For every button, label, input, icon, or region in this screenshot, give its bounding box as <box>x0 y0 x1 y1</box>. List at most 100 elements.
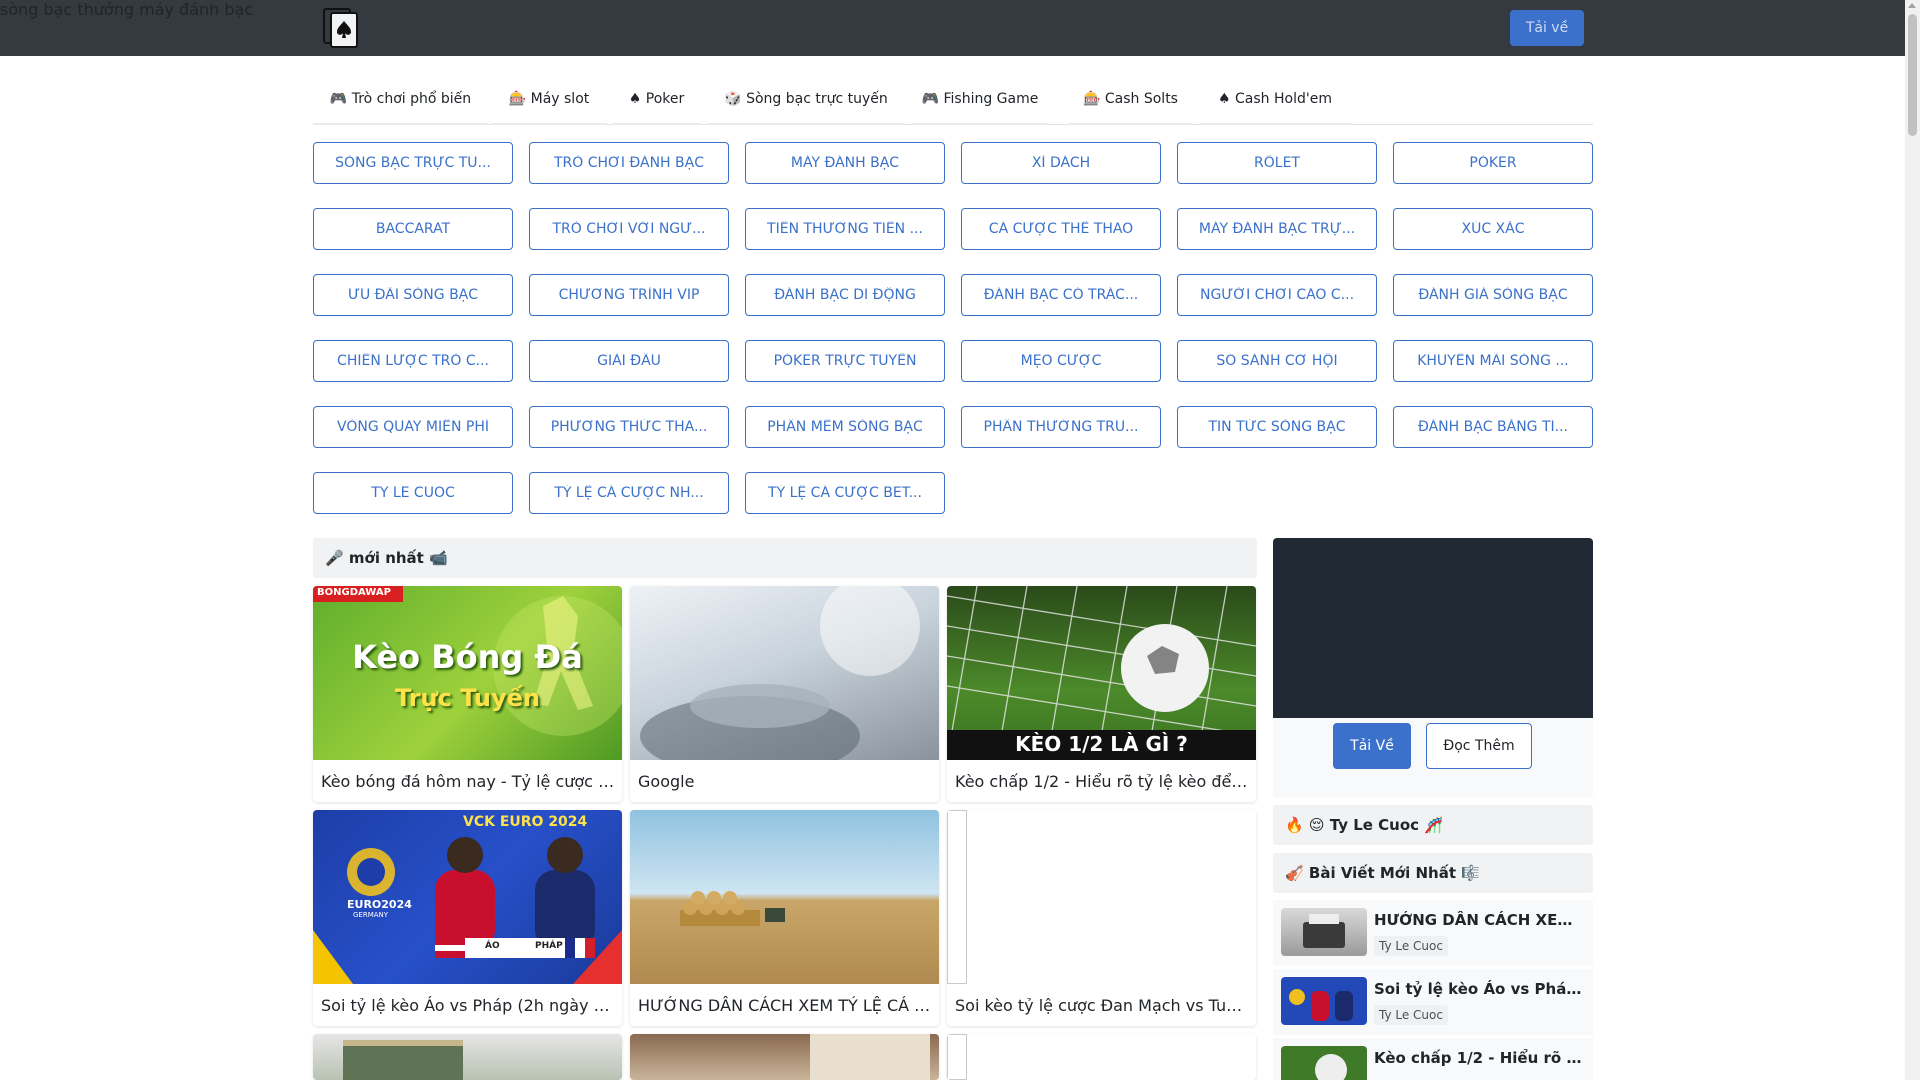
card-title[interactable]: Soi tỷ lệ kèo Áo vs Pháp (2h ngày 18/6) <box>321 996 616 1015</box>
tag-label: TRÒ CHƠI ĐÁNH BẠC <box>553 155 704 171</box>
tag-label: PÓKER <box>1469 155 1517 171</box>
broken-image-thumbnail <box>947 1034 1256 1080</box>
tab-cash-holdem[interactable]: ♠ Cash Hold'em <box>1199 74 1351 125</box>
tag-button[interactable]: PHẦN MỀM SÒNG BẠC <box>745 406 945 448</box>
tag-button[interactable]: TIN TỨC SÒNG BẠC <box>1177 406 1377 448</box>
ty-le-cuoc-heading[interactable]: 🔥 😌 Ty Le Cuoc 🎢 <box>1273 805 1593 845</box>
image-headline: VCK EURO 2024 <box>463 814 588 830</box>
tag-button[interactable]: TRÒ CHƠI VỚI NGƯ... <box>529 208 729 250</box>
page-scrollbar[interactable] <box>1905 0 1920 1080</box>
tag-button[interactable]: CHIẾN LƯỢC TRÒ C... <box>313 340 513 382</box>
sidebar-post[interactable]: HƯỚNG DẪN CÁCH XEM TỶ LỆ CÁ CƯỢC Ty Le C… <box>1273 900 1593 966</box>
tag-label: XÚC XẮC <box>1461 221 1525 237</box>
post-title[interactable]: Soi tỷ lệ kèo Áo vs Pháp (2h ngày 18/6) <box>1374 980 1586 998</box>
tag-label: RÔLET <box>1254 155 1300 171</box>
sidebar-download-button[interactable]: Tải Về <box>1333 723 1411 769</box>
nav-link-casino[interactable]: sòng bạc <box>0 0 72 19</box>
article-card[interactable]: KÈO 1/2 LÀ GÌ ? Kèo chấp 1/2 - Hiểu rõ t… <box>947 586 1256 802</box>
tag-button[interactable]: XÚC XẮC <box>1393 208 1593 250</box>
playing-cards-icon[interactable] <box>322 7 360 49</box>
sidebar-post[interactable]: Kèo chấp 1/2 - Hiểu rõ tỷ lệ kèo <box>1273 1038 1593 1080</box>
tag-label: PHƯƠNG THỨC THA... <box>550 419 708 435</box>
tab-fishing-game[interactable]: 🎮 Fishing Game <box>912 74 1048 125</box>
post-thumbnail <box>1281 1046 1367 1080</box>
article-card[interactable]: Soi kèo tỷ lệ cược Đan Mạch vs Tuyển Anh <box>947 810 1256 1026</box>
card-title[interactable]: Soi kèo tỷ lệ cược Đan Mạch vs Tuyển Anh <box>955 996 1250 1015</box>
tag-button[interactable]: ƯU ĐÃI SÒNG BẠC <box>313 274 513 316</box>
download-button[interactable]: Tải về <box>1510 10 1584 46</box>
read-more-button[interactable]: Đọc Thêm <box>1426 723 1532 769</box>
tag-button[interactable]: ĐÁNH BẠC BẰNG TI... <box>1393 406 1593 448</box>
tag-button[interactable]: CHƯƠNG TRÌNH VIP <box>529 274 729 316</box>
article-card[interactable]: HƯỚNG DẪN CÁCH XEM TỶ LỆ CÁ CƯỢC <box>630 810 939 1026</box>
nav-link-rewards[interactable]: thưởng <box>77 0 134 19</box>
football-odds-thumbnail: BONGDAWAP Kèo Bóng Đá Trực Tuyến <box>313 586 622 760</box>
tag-label: ƯU ĐÃI SÒNG BẠC <box>347 287 479 303</box>
article-card[interactable]: BONGDAWAP Kèo Bóng Đá Trực Tuyến Kèo bón… <box>313 586 622 802</box>
post-category-badge[interactable]: Ty Le Cuoc <box>1374 936 1448 956</box>
broken-image-icon <box>947 1034 967 1080</box>
tag-label: SÒNG BẠC TRỰC TU... <box>335 155 491 171</box>
card-title[interactable]: Kèo bóng đá hôm nay - Tỷ lệ cược bóng đá… <box>321 772 616 791</box>
tag-button[interactable]: XÌ DÁCH <box>961 142 1161 184</box>
tab-popular-games[interactable]: 🎮 Trò chơi phổ biến <box>313 74 488 125</box>
tag-button[interactable]: MẸO CƯỢC <box>961 340 1161 382</box>
post-category-badge[interactable]: Ty Le Cuoc <box>1374 1005 1448 1025</box>
money-thumbnail <box>313 1034 622 1080</box>
sidebar-post[interactable]: Soi tỷ lệ kèo Áo vs Pháp (2h ngày 18/6) … <box>1273 969 1593 1035</box>
scrollbar-thumb[interactable] <box>1908 14 1917 136</box>
tag-label: TY LE CUOC <box>371 485 455 501</box>
article-card[interactable] <box>313 1034 622 1080</box>
tag-button[interactable]: ĐÁNH BẠC DI ĐỘNG <box>745 274 945 316</box>
tag-label: MÁY ĐÁNH BẠC <box>790 155 900 171</box>
tag-button[interactable]: TỶ LỆ CÁ CƯỢC NH... <box>529 472 729 514</box>
tag-button[interactable]: PÓKER TRỰC TUYẾN <box>745 340 945 382</box>
article-card[interactable]: VCK EURO 2024 EURO2024 GERMANY ÁO PHÁP S… <box>313 810 622 1026</box>
post-title[interactable]: Kèo chấp 1/2 - Hiểu rõ tỷ lệ kèo <box>1374 1049 1586 1067</box>
tag-button[interactable]: PÓKER <box>1393 142 1593 184</box>
tag-button[interactable]: TRÒ CHƠI ĐÁNH BẠC <box>529 142 729 184</box>
tag-button[interactable]: ĐÁNH BẠC CÓ TRÁC... <box>961 274 1161 316</box>
tag-label: TIỀN THƯỞNG TIỀN ... <box>767 221 923 237</box>
tab-poker[interactable]: ♠ Poker <box>613 74 700 125</box>
tag-button[interactable]: GIẢI ĐẤU <box>529 340 729 382</box>
tag-label: CHIẾN LƯỢC TRÒ C... <box>337 353 489 369</box>
article-card[interactable] <box>630 1034 939 1080</box>
tag-label: XÌ DÁCH <box>1031 155 1091 171</box>
tag-button[interactable]: ĐÁNH GIÁ SÒNG BẠC <box>1393 274 1593 316</box>
tag-button[interactable]: CÁ CƯỢC THỂ THAO <box>961 208 1161 250</box>
tag-label: GIẢI ĐẤU <box>597 353 661 369</box>
store-thumbnail <box>630 1034 939 1080</box>
tag-label: MÁY ĐÁNH BẠC TRỰ... <box>1198 221 1356 237</box>
tag-button[interactable]: SÒNG BẠC TRỰC TU... <box>313 142 513 184</box>
tag-button[interactable]: KHUYẾN MÃI SÒNG ... <box>1393 340 1593 382</box>
tag-button[interactable]: TỶ LỆ CÁ CƯỢC BET... <box>745 472 945 514</box>
article-card[interactable]: Google <box>630 586 939 802</box>
tag-button[interactable]: MÁY ĐÁNH BẠC TRỰ... <box>1177 208 1377 250</box>
image-team-a: ÁO <box>485 941 500 951</box>
tag-button[interactable]: NGƯỜI CHƠI CAO C... <box>1177 274 1377 316</box>
post-title[interactable]: HƯỚNG DẪN CÁCH XEM TỶ LỆ CÁ CƯỢC <box>1374 911 1586 929</box>
tag-button[interactable]: MÁY ĐÁNH BẠC <box>745 142 945 184</box>
card-title[interactable]: HƯỚNG DẪN CÁCH XEM TỶ LỆ CÁ CƯỢC <box>638 996 933 1015</box>
card-title[interactable]: Kèo chấp 1/2 - Hiểu rõ tỷ lệ kèo để đặt … <box>955 772 1250 791</box>
tag-button[interactable]: TIỀN THƯỞNG TIỀN ... <box>745 208 945 250</box>
card-title[interactable]: Google <box>638 772 933 791</box>
tag-button[interactable]: PHẦN THƯỞNG TRU... <box>961 406 1161 448</box>
nav-link-slot-machines[interactable]: máy đánh bạc <box>139 0 253 19</box>
tag-button[interactable]: RÔLET <box>1177 142 1377 184</box>
tab-cash-slots[interactable]: 🎰 Cash Solts <box>1069 74 1192 125</box>
scroll-up-arrow-icon[interactable] <box>1908 3 1916 8</box>
goal-net-thumbnail: KÈO 1/2 LÀ GÌ ? <box>947 586 1256 760</box>
tag-button[interactable]: VÒNG QUAY MIỄN PHÍ <box>313 406 513 448</box>
tab-online-casino[interactable]: 🎲 Sòng bạc trực tuyến <box>707 74 905 125</box>
tag-label: ĐÁNH BẠC CÓ TRÁC... <box>983 287 1139 303</box>
tab-slot-machines[interactable]: 🎰 Máy slot <box>492 74 606 125</box>
tag-button[interactable]: SO SÁNH CƠ HỘI <box>1177 340 1377 382</box>
tag-button[interactable]: PHƯƠNG THỨC THA... <box>529 406 729 448</box>
article-card[interactable] <box>947 1034 1256 1080</box>
tag-label: CÁ CƯỢC THỂ THAO <box>988 221 1134 237</box>
tag-label: PHẦN MỀM SÒNG BẠC <box>767 419 923 435</box>
tag-button[interactable]: TY LE CUOC <box>313 472 513 514</box>
tag-button[interactable]: BACCARAT <box>313 208 513 250</box>
